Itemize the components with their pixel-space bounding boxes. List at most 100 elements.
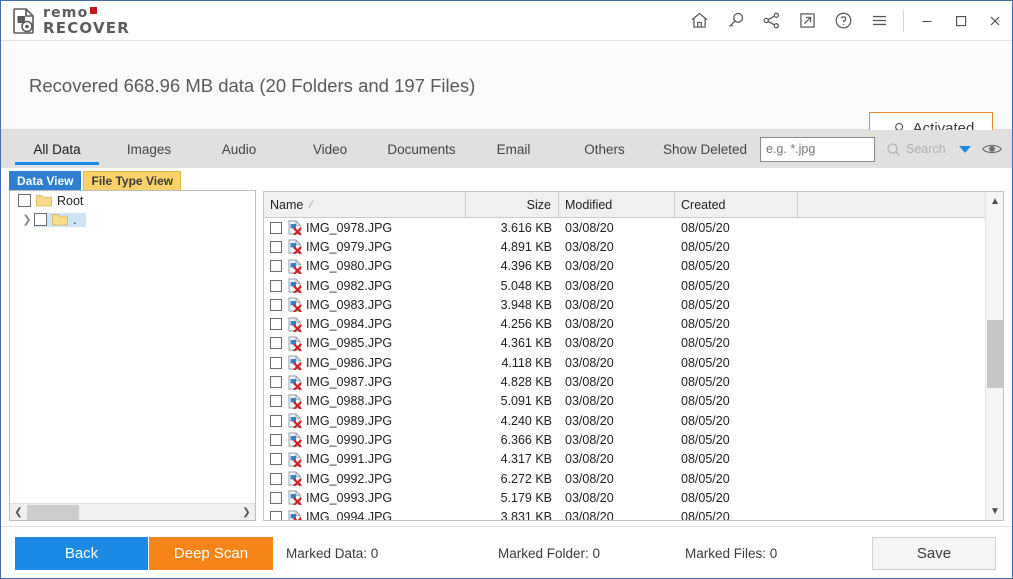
column-header-name[interactable]: Name ∕: [264, 192, 466, 217]
tab-video[interactable]: Video: [285, 130, 375, 168]
tab-all-data[interactable]: All Data: [9, 130, 105, 168]
tab-email[interactable]: Email: [468, 130, 559, 168]
help-icon[interactable]: [825, 3, 861, 39]
file-name-cell[interactable]: IMG_0988.JPG: [264, 394, 466, 409]
table-row[interactable]: IMG_0979.JPG4.891 KB03/08/2008/05/20: [264, 237, 986, 256]
column-header-size[interactable]: Size: [466, 192, 559, 217]
row-checkbox[interactable]: [270, 260, 282, 272]
remo-recover-window: remo RECOVER: [0, 0, 1013, 579]
file-name-cell[interactable]: IMG_0980.JPG: [264, 259, 466, 274]
file-created-label: 08/05/20: [681, 414, 730, 428]
table-row[interactable]: IMG_0983.JPG3.948 KB03/08/2008/05/20: [264, 295, 986, 314]
row-checkbox[interactable]: [270, 222, 282, 234]
table-row[interactable]: IMG_0982.JPG5.048 KB03/08/2008/05/20: [264, 276, 986, 295]
tree-checkbox[interactable]: [34, 213, 47, 226]
file-name-cell[interactable]: IMG_0986.JPG: [264, 355, 466, 370]
tree-node-child[interactable]: ❯ .: [10, 210, 255, 229]
row-checkbox[interactable]: [270, 511, 282, 520]
tab-audio[interactable]: Audio: [193, 130, 285, 168]
file-list-panel: Name ∕ Size Modified Created IMG_0978.JP…: [263, 191, 1004, 521]
tree-node-label: .: [73, 213, 76, 227]
back-button[interactable]: Back: [15, 537, 148, 570]
key-icon[interactable]: [717, 3, 753, 39]
row-checkbox[interactable]: [270, 280, 282, 292]
file-list-vertical-scrollbar[interactable]: ▲ ▼: [985, 192, 1003, 520]
file-modified-label: 03/08/20: [565, 433, 614, 447]
preview-eye-icon[interactable]: [981, 141, 1003, 157]
tree-horizontal-scrollbar[interactable]: ❮ ❯: [10, 503, 255, 520]
chevron-down-icon[interactable]: [958, 144, 972, 154]
tree-checkbox[interactable]: [18, 194, 31, 207]
minimize-button[interactable]: [910, 3, 944, 39]
file-name-cell[interactable]: IMG_0983.JPG: [264, 297, 466, 312]
column-header-modified[interactable]: Modified: [559, 192, 675, 217]
row-checkbox[interactable]: [270, 241, 282, 253]
table-row[interactable]: IMG_0986.JPG4.118 KB03/08/2008/05/20: [264, 353, 986, 372]
file-name-cell[interactable]: IMG_0994.JPG: [264, 510, 466, 520]
scroll-left-icon[interactable]: ❮: [10, 504, 27, 521]
file-name-cell[interactable]: IMG_0984.JPG: [264, 317, 466, 332]
row-checkbox[interactable]: [270, 453, 282, 465]
file-name-cell[interactable]: IMG_0979.JPG: [264, 239, 466, 254]
column-header-created[interactable]: Created: [675, 192, 798, 217]
share-icon[interactable]: [753, 3, 789, 39]
search-input[interactable]: [760, 137, 875, 162]
row-checkbox[interactable]: [270, 337, 282, 349]
row-checkbox[interactable]: [270, 357, 282, 369]
home-icon[interactable]: [681, 3, 717, 39]
row-checkbox[interactable]: [270, 395, 282, 407]
table-row[interactable]: IMG_0987.JPG4.828 KB03/08/2008/05/20: [264, 372, 986, 391]
row-checkbox[interactable]: [270, 492, 282, 504]
table-row[interactable]: IMG_0993.JPG5.179 KB03/08/2008/05/20: [264, 488, 986, 507]
table-row[interactable]: IMG_0985.JPG4.361 KB03/08/2008/05/20: [264, 334, 986, 353]
table-row[interactable]: IMG_0988.JPG5.091 KB03/08/2008/05/20: [264, 392, 986, 411]
file-name-cell[interactable]: IMG_0987.JPG: [264, 375, 466, 390]
table-row[interactable]: IMG_0994.JPG3.831 KB03/08/2008/05/20: [264, 507, 986, 520]
tab-others[interactable]: Others: [559, 130, 650, 168]
row-checkbox[interactable]: [270, 473, 282, 485]
file-name-cell[interactable]: IMG_0985.JPG: [264, 336, 466, 351]
table-row[interactable]: IMG_0989.JPG4.240 KB03/08/2008/05/20: [264, 411, 986, 430]
table-row[interactable]: IMG_0980.JPG4.396 KB03/08/2008/05/20: [264, 257, 986, 276]
row-checkbox[interactable]: [270, 299, 282, 311]
column-header-blank[interactable]: [798, 192, 1003, 217]
tree-node-root[interactable]: Root: [10, 191, 255, 210]
tab-images[interactable]: Images: [105, 130, 193, 168]
file-name-cell[interactable]: IMG_0991.JPG: [264, 452, 466, 467]
scroll-up-icon[interactable]: ▲: [986, 192, 1004, 210]
deep-scan-button[interactable]: Deep Scan: [149, 537, 273, 570]
file-name-cell[interactable]: IMG_0982.JPG: [264, 278, 466, 293]
file-list-vscroll-thumb[interactable]: [987, 320, 1003, 388]
maximize-button[interactable]: [944, 3, 978, 39]
tab-data-view[interactable]: Data View: [9, 171, 81, 190]
row-checkbox[interactable]: [270, 434, 282, 446]
external-link-icon[interactable]: [789, 3, 825, 39]
chevron-right-icon[interactable]: ❯: [20, 213, 34, 226]
file-name-cell[interactable]: IMG_0990.JPG: [264, 432, 466, 447]
close-button[interactable]: [978, 3, 1012, 39]
table-row[interactable]: IMG_0990.JPG6.366 KB03/08/2008/05/20: [264, 430, 986, 449]
scroll-right-icon[interactable]: ❯: [238, 504, 255, 521]
file-name-cell[interactable]: IMG_0993.JPG: [264, 490, 466, 505]
tree-hscroll-thumb[interactable]: [27, 505, 79, 520]
row-checkbox[interactable]: [270, 376, 282, 388]
tree-hscroll-track[interactable]: [27, 504, 238, 521]
file-name-cell[interactable]: IMG_0992.JPG: [264, 471, 466, 486]
menu-icon[interactable]: [861, 3, 897, 39]
file-created-label: 08/05/20: [681, 394, 730, 408]
row-checkbox[interactable]: [270, 318, 282, 330]
tab-documents[interactable]: Documents: [375, 130, 468, 168]
search-button[interactable]: Search: [885, 141, 946, 158]
tab-file-type-view[interactable]: File Type View: [83, 171, 181, 190]
table-row[interactable]: IMG_0978.JPG3.616 KB03/08/2008/05/20: [264, 218, 986, 237]
row-checkbox[interactable]: [270, 415, 282, 427]
table-row[interactable]: IMG_0991.JPG4.317 KB03/08/2008/05/20: [264, 450, 986, 469]
file-name-cell[interactable]: IMG_0989.JPG: [264, 413, 466, 428]
logo-dot: [90, 7, 97, 14]
scroll-down-icon[interactable]: ▼: [986, 502, 1004, 520]
table-row[interactable]: IMG_0992.JPG6.272 KB03/08/2008/05/20: [264, 469, 986, 488]
tab-show-deleted[interactable]: Show Deleted: [650, 130, 760, 168]
file-name-cell[interactable]: IMG_0978.JPG: [264, 220, 466, 235]
save-button[interactable]: Save: [872, 537, 996, 570]
table-row[interactable]: IMG_0984.JPG4.256 KB03/08/2008/05/20: [264, 314, 986, 333]
